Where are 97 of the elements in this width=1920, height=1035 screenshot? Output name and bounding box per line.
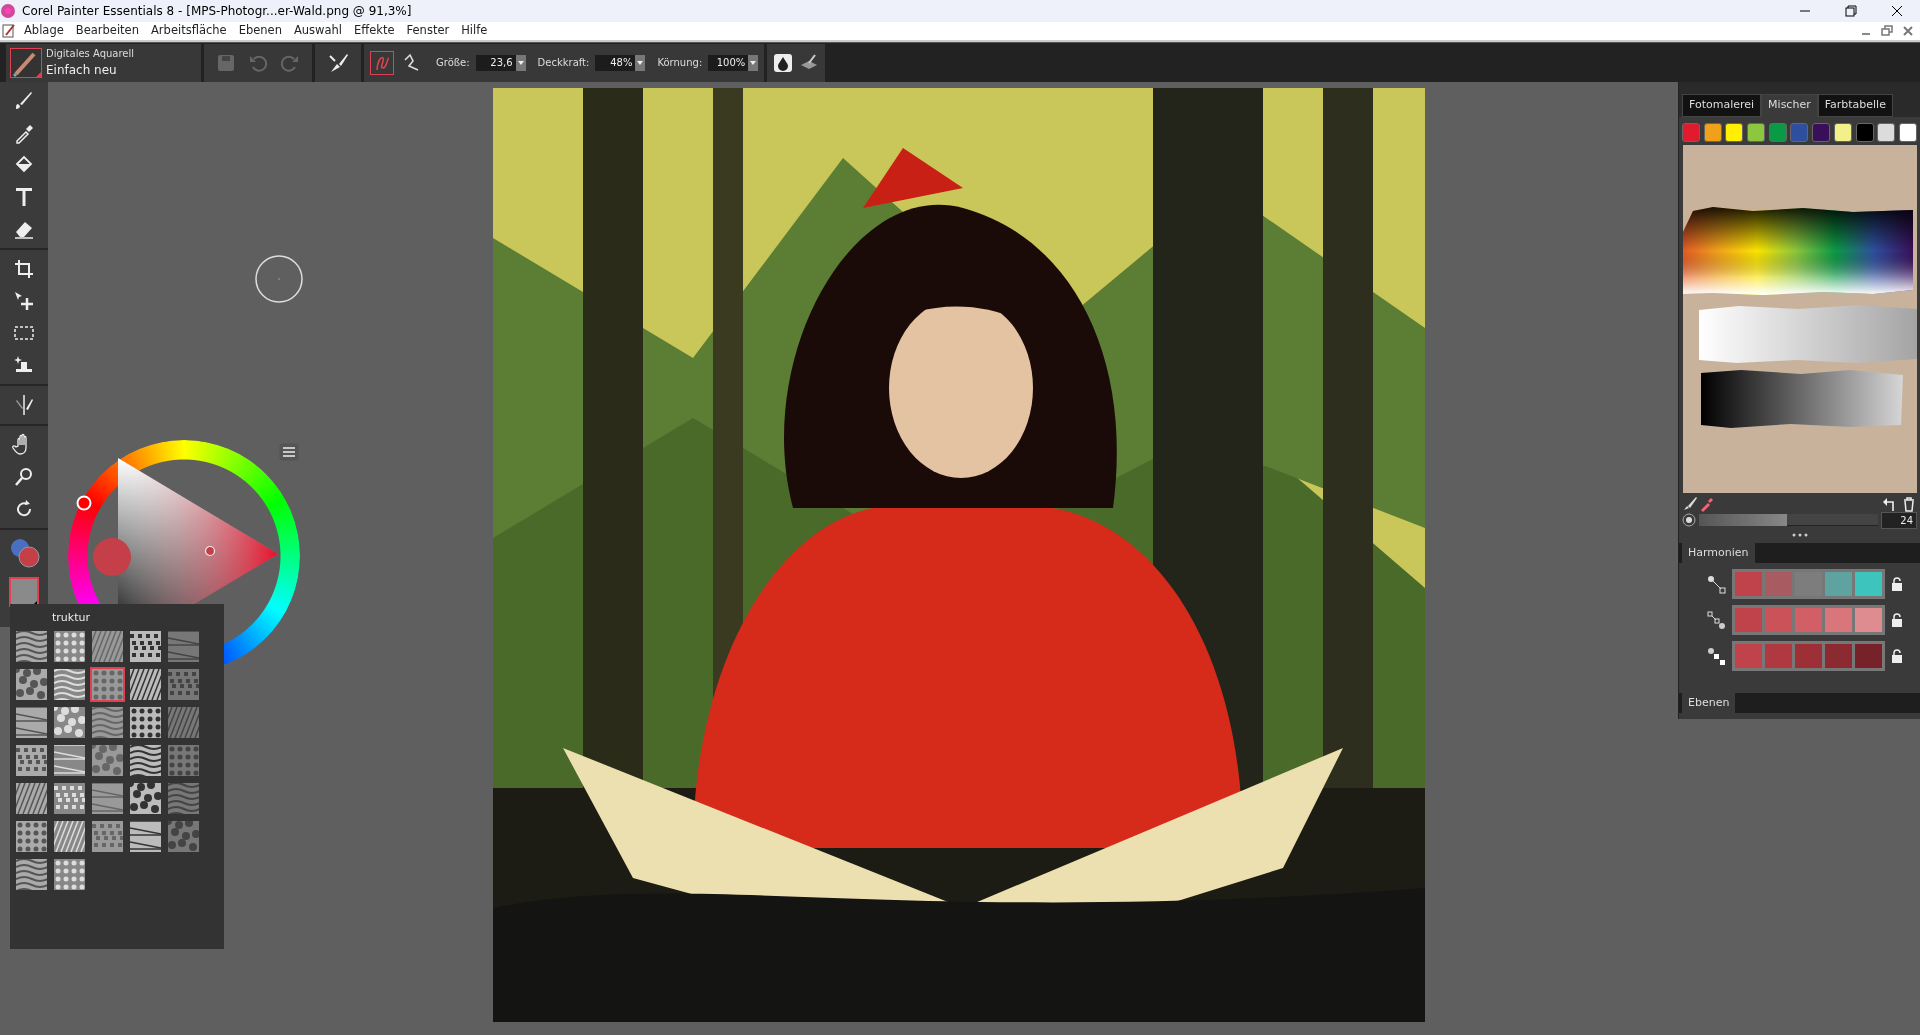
lock-icon[interactable] bbox=[1891, 613, 1903, 627]
property-field[interactable]: 23,6 bbox=[475, 54, 516, 71]
zigzag-harmony-icon[interactable] bbox=[1707, 610, 1726, 630]
texture-thumbnail[interactable] bbox=[168, 668, 199, 700]
property-label: Deckkraft: bbox=[537, 56, 590, 70]
brush-cursor bbox=[254, 254, 304, 304]
property-field[interactable]: 100% bbox=[708, 54, 749, 71]
panel-tab[interactable]: Farbtabelle bbox=[1817, 94, 1893, 117]
menu-item[interactable]: Ebenen bbox=[232, 22, 288, 40]
caret-icon bbox=[750, 60, 757, 65]
dropdown-button[interactable] bbox=[635, 54, 646, 71]
texture-thumbnail[interactable] bbox=[16, 668, 47, 700]
line-harmony-icon[interactable] bbox=[1707, 574, 1726, 594]
texture-thumbnail[interactable] bbox=[130, 782, 161, 814]
hue-handle[interactable] bbox=[76, 495, 92, 511]
texture-thumbnail[interactable] bbox=[16, 706, 47, 738]
panel-tab[interactable]: Fotomalerei bbox=[1682, 94, 1762, 117]
texture-thumbnail[interactable] bbox=[92, 630, 123, 662]
texture-thumbnail[interactable] bbox=[168, 706, 199, 738]
menu-item[interactable]: Fenster bbox=[400, 22, 456, 40]
property-label: Körnung: bbox=[657, 56, 703, 70]
color-swatch[interactable] bbox=[1682, 122, 1700, 142]
texture-thumbnail[interactable] bbox=[16, 744, 47, 776]
texture-thumbnail[interactable] bbox=[130, 744, 161, 776]
texture-thumbnail[interactable] bbox=[130, 820, 161, 852]
brush-icon[interactable] bbox=[327, 51, 349, 74]
texture-thumbnail[interactable] bbox=[168, 782, 199, 814]
texture-thumbnail[interactable] bbox=[54, 744, 85, 776]
texture-thumbnail[interactable] bbox=[92, 782, 123, 814]
transform-tool-icon[interactable] bbox=[12, 289, 36, 313]
steps-harmony-icon[interactable] bbox=[1707, 646, 1726, 666]
caret-icon bbox=[637, 60, 644, 65]
restore-icon[interactable] bbox=[1878, 23, 1896, 39]
dropdown-button[interactable] bbox=[515, 54, 526, 71]
size-field[interactable]: 24 bbox=[1881, 511, 1917, 529]
texture-thumbnail[interactable] bbox=[92, 820, 123, 852]
texture-thumbnail[interactable] bbox=[54, 858, 85, 890]
texture-thumbnail[interactable] bbox=[168, 820, 199, 852]
property-field[interactable]: 48% bbox=[595, 54, 636, 71]
menu-item[interactable]: Hilfe bbox=[455, 22, 494, 40]
brush-size-icon bbox=[1682, 513, 1696, 527]
trash-icon[interactable] bbox=[1901, 495, 1917, 512]
dropdown-button[interactable] bbox=[748, 54, 759, 71]
panel-tab[interactable]: Ebenen bbox=[1682, 692, 1736, 713]
drop-icon[interactable] bbox=[773, 52, 794, 73]
main-color[interactable] bbox=[18, 546, 40, 568]
property-label: Größe: bbox=[436, 56, 470, 70]
texture-thumbnail[interactable] bbox=[92, 744, 123, 776]
color-swatch[interactable] bbox=[1768, 122, 1787, 142]
color-handle[interactable] bbox=[204, 545, 216, 557]
texture-thumbnail[interactable] bbox=[92, 668, 123, 700]
menu-item[interactable]: Effekte bbox=[348, 22, 401, 40]
window-title: Corel Painter Essentials 8 - [MPS-Photogr...er-Wald.png @ 91,3%] bbox=[22, 3, 412, 20]
menu-icon[interactable] bbox=[279, 443, 299, 461]
texture-thumbnail[interactable] bbox=[16, 820, 47, 852]
texture-thumbnail[interactable] bbox=[54, 706, 85, 738]
texture-thumbnail[interactable] bbox=[130, 706, 161, 738]
texture-thumbnail[interactable] bbox=[54, 668, 85, 700]
color-swatch[interactable] bbox=[1898, 122, 1917, 142]
mixer-pad[interactable] bbox=[1683, 144, 1917, 493]
texture-thumbnail[interactable] bbox=[54, 782, 85, 814]
panel-tab[interactable]: Harmonien bbox=[1682, 542, 1755, 563]
crop-tool-icon[interactable] bbox=[12, 257, 36, 281]
slider-fill[interactable] bbox=[1699, 514, 1787, 526]
color-swatch[interactable] bbox=[1790, 122, 1809, 142]
menu-item[interactable]: Ablage bbox=[18, 22, 70, 40]
caret-icon bbox=[517, 60, 524, 65]
menu-item[interactable]: Arbeitsfläche bbox=[145, 22, 233, 40]
texture-thumbnail[interactable] bbox=[168, 744, 199, 776]
color-swatch[interactable] bbox=[1812, 122, 1831, 142]
texture-thumbnail[interactable] bbox=[16, 630, 47, 662]
color-swatch[interactable] bbox=[1725, 122, 1744, 142]
texture-thumbnail[interactable] bbox=[54, 820, 85, 852]
texture-thumbnail[interactable] bbox=[92, 706, 123, 738]
texture-thumbnail[interactable] bbox=[168, 630, 199, 662]
color-swatch[interactable] bbox=[1703, 122, 1722, 142]
texture-thumbnail[interactable] bbox=[130, 630, 161, 662]
texture-thumbnail[interactable] bbox=[130, 668, 161, 700]
color-swatch[interactable] bbox=[1877, 122, 1896, 142]
brush-icon[interactable] bbox=[1682, 495, 1698, 512]
color-swatch[interactable] bbox=[1747, 122, 1766, 142]
texture-thumbnail[interactable] bbox=[54, 630, 85, 662]
freehand-stroke-icon[interactable] bbox=[370, 50, 394, 75]
color-swatch[interactable] bbox=[1855, 122, 1874, 142]
brush-preview-icon[interactable] bbox=[10, 47, 42, 78]
app-icon bbox=[0, 3, 16, 19]
brush-variant[interactable]: Einfach neu bbox=[46, 61, 135, 79]
texture-thumbnail[interactable] bbox=[16, 782, 47, 814]
color-swatch[interactable] bbox=[1833, 122, 1852, 142]
lock-icon[interactable] bbox=[1891, 577, 1903, 591]
menu-item[interactable]: Auswahl bbox=[287, 22, 349, 40]
brush-category[interactable]: Digitales Aquarell bbox=[46, 46, 135, 61]
paper-texture-swatch[interactable] bbox=[9, 577, 39, 607]
lock-icon[interactable] bbox=[1891, 649, 1903, 663]
panel-tab[interactable]: Mischer bbox=[1761, 94, 1818, 117]
texture-thumbnail[interactable] bbox=[16, 858, 47, 890]
menu-item[interactable]: Bearbeiten bbox=[69, 22, 145, 40]
